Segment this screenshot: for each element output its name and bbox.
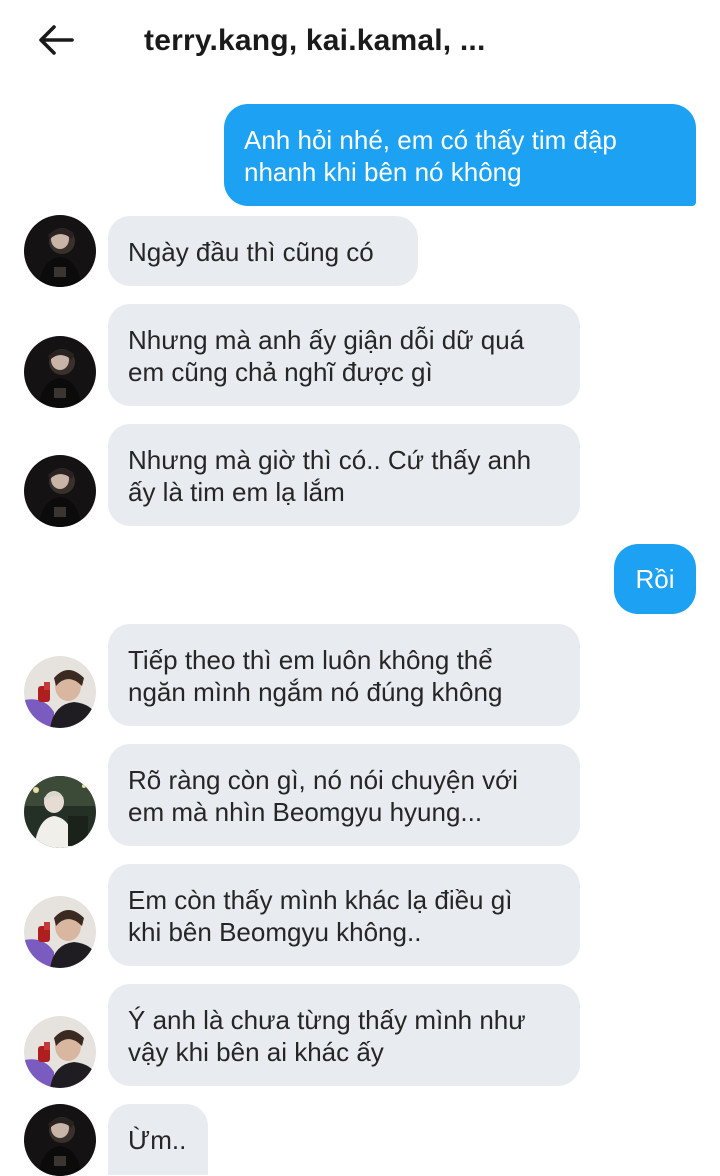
message-bubble-incoming[interactable]: Ý anh là chưa từng thấy mình như vậy khi… bbox=[108, 984, 580, 1086]
user-photo-outdoor bbox=[24, 776, 96, 848]
avatar[interactable] bbox=[24, 1016, 96, 1088]
back-button[interactable] bbox=[36, 22, 76, 58]
message-bubble-incoming[interactable]: Nhưng mà anh ấy giận dỗi dữ quá em cũng … bbox=[108, 304, 580, 406]
user-photo-dark bbox=[24, 455, 96, 527]
avatar[interactable] bbox=[24, 896, 96, 968]
conversation-title[interactable]: terry.kang, kai.kamal, ... bbox=[144, 24, 485, 58]
message-bubble-incoming[interactable]: Ừm.. bbox=[108, 1104, 208, 1175]
message-bubble-incoming[interactable]: Nhưng mà giờ thì có.. Cứ thấy anh ấy là … bbox=[108, 424, 580, 526]
avatar[interactable] bbox=[24, 656, 96, 728]
avatar[interactable] bbox=[24, 1104, 96, 1176]
message-bubble-outgoing[interactable]: Anh hỏi nhé, em có thấy tim đập nhanh kh… bbox=[224, 104, 696, 206]
avatar[interactable] bbox=[24, 336, 96, 408]
message-bubble-incoming[interactable]: Em còn thấy mình khác lạ điều gì khi bên… bbox=[108, 864, 580, 966]
user-photo-purple bbox=[24, 1016, 96, 1088]
user-photo-dark bbox=[24, 215, 96, 287]
message-bubble-incoming[interactable]: Ngày đầu thì cũng có bbox=[108, 216, 418, 286]
message-bubble-incoming[interactable]: Tiếp theo thì em luôn không thể ngăn mìn… bbox=[108, 624, 580, 726]
chat-header: terry.kang, kai.kamal, ... bbox=[0, 0, 720, 82]
avatar[interactable] bbox=[24, 215, 96, 287]
message-bubble-outgoing[interactable]: Rồi bbox=[614, 544, 696, 614]
user-photo-dark bbox=[24, 336, 96, 408]
avatar[interactable] bbox=[24, 455, 96, 527]
user-photo-purple bbox=[24, 656, 96, 728]
arrow-left-icon bbox=[39, 25, 74, 55]
user-photo-dark bbox=[24, 1104, 96, 1176]
avatar[interactable] bbox=[24, 776, 96, 848]
user-photo-purple bbox=[24, 896, 96, 968]
message-bubble-incoming[interactable]: Rõ ràng còn gì, nó nói chuyện với em mà … bbox=[108, 744, 580, 846]
